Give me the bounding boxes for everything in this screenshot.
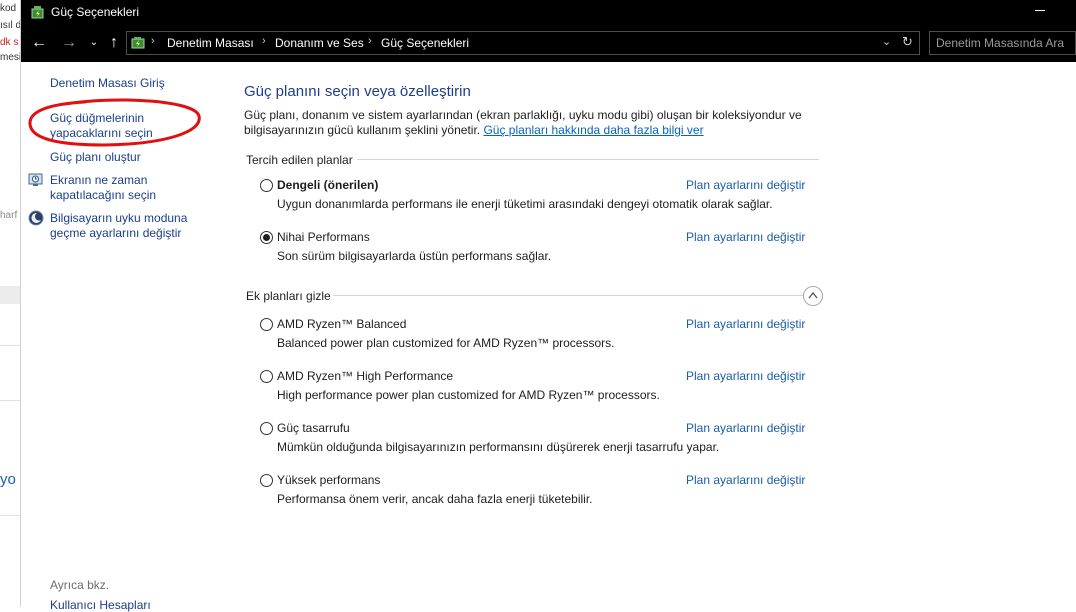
group-divider xyxy=(357,159,819,160)
plan-description: High performance power plan customized f… xyxy=(277,388,660,402)
plan-radio[interactable] xyxy=(260,370,273,383)
background-band xyxy=(0,286,20,304)
plan-description: Son sürüm bilgisayarlarda üstün performa… xyxy=(277,249,552,263)
sleep-moon-icon xyxy=(28,210,44,226)
search-input[interactable] xyxy=(936,35,1074,51)
plan-description: Balanced power plan customized for AMD R… xyxy=(277,336,615,350)
group-divider xyxy=(333,295,803,296)
background-text: kod xyxy=(0,3,17,14)
address-dropdown-chevron-icon[interactable]: ⌄ xyxy=(882,35,891,48)
see-also-heading: Ayrıca bkz. xyxy=(50,578,110,592)
background-text: yo xyxy=(0,471,16,488)
plan-description: Performansa önem verir, ancak daha fazla… xyxy=(277,492,593,506)
background-divider xyxy=(0,400,20,401)
change-plan-settings-link[interactable]: Plan ayarlarını değiştir xyxy=(686,473,805,487)
sidebar-link-power-buttons[interactable]: Güç düğmelerinin yapacaklarını seçin xyxy=(50,111,153,141)
background-divider xyxy=(0,515,20,516)
background-text: mesi xyxy=(0,52,21,63)
plan-amd-balanced: AMD Ryzen™ Balanced Balanced power plan … xyxy=(258,316,818,356)
plan-radio[interactable] xyxy=(260,474,273,487)
breadcrumb-separator-icon[interactable]: › xyxy=(368,35,372,47)
plan-power-saver: Güç tasarrufu Mümkün olduğunda bilgisaya… xyxy=(258,420,818,460)
forward-arrow-icon[interactable]: → xyxy=(59,33,79,53)
plan-name[interactable]: Dengeli (önerilen) xyxy=(277,178,378,192)
preferred-plans-header: Tercih edilen planlar xyxy=(246,153,353,167)
background-text: dk s xyxy=(0,37,19,48)
task-sidebar: Denetim Masası Giriş Güç düğmelerinin ya… xyxy=(21,62,221,612)
background-text: ısıl d xyxy=(0,20,21,31)
plan-name[interactable]: AMD Ryzen™ Balanced xyxy=(277,317,406,331)
search-box[interactable] xyxy=(929,31,1076,55)
breadcrumb-hardware-sound[interactable]: Donanım ve Ses xyxy=(275,36,364,50)
minimize-button[interactable] xyxy=(1021,0,1061,24)
plan-name[interactable]: AMD Ryzen™ High Performance xyxy=(277,369,453,383)
background-window-strip: kod ısıl d dk s mesi harf yo xyxy=(0,0,21,607)
plan-description: Mümkün olduğunda bilgisayarınızın perfor… xyxy=(277,440,720,454)
title-bar: Güç Seçenekleri xyxy=(21,0,1076,24)
sidebar-link-control-panel-home[interactable]: Denetim Masası Giriş xyxy=(50,76,165,91)
breadcrumb-control-panel[interactable]: Denetim Masası xyxy=(167,36,254,50)
refresh-icon[interactable]: ↻ xyxy=(902,34,913,50)
breadcrumb-separator-icon[interactable]: › xyxy=(151,35,155,47)
window-title: Güç Seçenekleri xyxy=(51,5,140,19)
sidebar-link-display-off[interactable]: Ekranın ne zaman kapatılacağını seçin xyxy=(50,173,156,203)
plan-ultimate-performance: Nihai Performans Son sürüm bilgisayarlar… xyxy=(258,229,818,269)
background-divider xyxy=(0,345,20,346)
sidebar-link-user-accounts[interactable]: Kullanıcı Hesapları xyxy=(50,598,151,612)
collapse-button[interactable] xyxy=(803,286,823,306)
plan-balanced: Dengeli (önerilen) Uygun donanımlarda pe… xyxy=(258,177,818,217)
main-content: Güç planını seçin veya özelleştirin Güç … xyxy=(244,62,1064,607)
change-plan-settings-link[interactable]: Plan ayarlarını değiştir xyxy=(686,230,805,244)
chevron-up-icon xyxy=(808,292,818,299)
page-title: Güç planını seçin veya özelleştirin xyxy=(244,83,471,100)
plan-description: Uygun donanımlarda performans ile enerji… xyxy=(277,197,773,211)
plan-radio[interactable] xyxy=(260,179,273,192)
background-text: harf xyxy=(0,210,18,221)
plan-amd-high-performance: AMD Ryzen™ High Performance High perform… xyxy=(258,368,818,408)
plan-name[interactable]: Yüksek performans xyxy=(277,473,380,487)
back-arrow-icon[interactable]: ← xyxy=(29,33,49,53)
power-options-icon xyxy=(31,6,44,19)
plan-radio[interactable] xyxy=(260,318,273,331)
plan-radio[interactable] xyxy=(260,422,273,435)
plan-name[interactable]: Güç tasarrufu xyxy=(277,421,350,435)
address-box[interactable]: › Denetim Masası › Donanım ve Ses › Güç … xyxy=(126,31,920,55)
plan-name[interactable]: Nihai Performans xyxy=(277,230,370,244)
breadcrumb-separator-icon[interactable]: › xyxy=(262,35,266,47)
address-toolbar: ← → ⌄ ↑ › Denetim Masası › Donanım ve Se… xyxy=(21,24,1076,62)
page-description: Güç planı, donanım ve sistem ayarlarında… xyxy=(244,108,824,138)
up-arrow-icon[interactable]: ↑ xyxy=(104,33,124,53)
recent-locations-chevron-icon[interactable]: ⌄ xyxy=(84,33,104,53)
plan-high-performance: Yüksek performans Performansa önem verir… xyxy=(258,472,818,512)
change-plan-settings-link[interactable]: Plan ayarlarını değiştir xyxy=(686,178,805,192)
breadcrumb-power-options[interactable]: Güç Seçenekleri xyxy=(381,36,469,50)
learn-more-link[interactable]: Güç planları hakkında daha fazla bilgi v… xyxy=(483,123,703,137)
change-plan-settings-link[interactable]: Plan ayarlarını değiştir xyxy=(686,317,805,331)
change-plan-settings-link[interactable]: Plan ayarlarını değiştir xyxy=(686,421,805,435)
power-options-window: Güç Seçenekleri ← → ⌄ ↑ › Denetim Masası… xyxy=(21,0,1076,612)
display-clock-icon xyxy=(28,173,43,186)
plan-radio[interactable] xyxy=(260,231,273,244)
control-panel-icon xyxy=(131,37,145,49)
sidebar-link-sleep-settings[interactable]: Bilgisayarın uyku moduna geçme ayarların… xyxy=(50,211,187,241)
change-plan-settings-link[interactable]: Plan ayarlarını değiştir xyxy=(686,369,805,383)
hide-additional-plans-header[interactable]: Ek planları gizle xyxy=(246,289,331,303)
sidebar-link-create-plan[interactable]: Güç planı oluştur xyxy=(50,150,141,165)
